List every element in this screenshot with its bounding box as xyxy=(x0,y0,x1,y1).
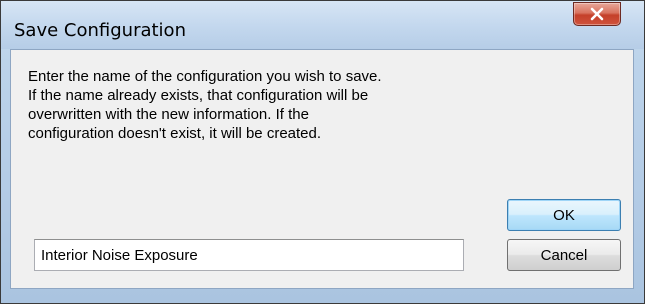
dialog-body: Enter the name of the configuration you … xyxy=(10,49,634,289)
instruction-line: configuration doesn't exist, it will be … xyxy=(28,125,322,142)
configuration-name-input[interactable] xyxy=(34,239,464,271)
save-configuration-dialog: Save Configuration Enter the name of the… xyxy=(0,0,645,304)
instruction-text: Enter the name of the configuration you … xyxy=(28,67,498,143)
close-icon xyxy=(589,7,605,21)
cancel-button[interactable]: Cancel xyxy=(507,239,621,271)
close-button[interactable] xyxy=(573,2,621,26)
instruction-line: If the name already exists, that configu… xyxy=(28,87,369,104)
ok-button[interactable]: OK xyxy=(507,199,621,231)
instruction-line: overwritten with the new information. If… xyxy=(28,106,309,123)
window-title: Save Configuration xyxy=(14,20,186,41)
title-bar[interactable]: Save Configuration xyxy=(1,1,644,49)
instruction-line: Enter the name of the configuration you … xyxy=(28,68,382,85)
